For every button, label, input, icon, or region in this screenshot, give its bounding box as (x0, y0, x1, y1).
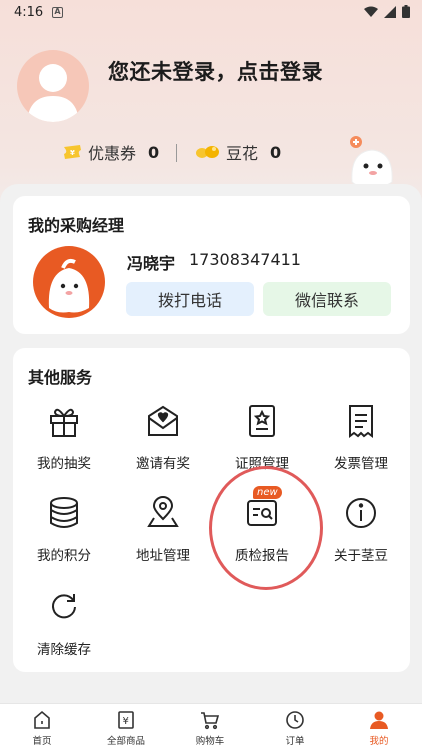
service-invoice[interactable]: 发票管理 (312, 404, 408, 484)
coupon-label: 优惠券 (88, 144, 137, 163)
manager-phone: 17308347411 (189, 250, 301, 269)
douhua-stat[interactable]: 豆花 0 (194, 140, 281, 164)
nav-cart[interactable]: 购物车 (175, 710, 245, 747)
douhua-label: 豆花 (226, 144, 259, 163)
purchasing-manager-card: 我的采购经理 冯晓宇 17308347411 拨打电话 微信联系 (13, 196, 410, 334)
nav-label: 全部商品 (106, 736, 145, 747)
status-time: 4:16 (14, 5, 44, 20)
refresh-icon (52, 594, 76, 619)
coupon-icon: ¥ (64, 145, 81, 159)
service-clear-cache[interactable]: 清除缓存 (15, 590, 111, 670)
login-prompt[interactable]: 您还未登录，点击登录 (108, 56, 323, 86)
manager-name: 冯晓宇 (127, 254, 176, 273)
nav-home[interactable]: 首页 (7, 710, 77, 747)
stats-divider (176, 144, 177, 162)
location-icon (147, 496, 179, 527)
info-icon (346, 498, 376, 528)
order-clock-icon (286, 711, 304, 729)
home-icon (34, 710, 50, 729)
manager-avatar (33, 246, 105, 318)
service-label: 关于茎豆 (334, 548, 388, 564)
mascot-ghost-icon (350, 136, 393, 187)
nav-label: 订单 (285, 736, 305, 747)
all-products-icon: ¥ (118, 711, 134, 729)
service-label: 清除缓存 (37, 642, 91, 658)
gift-icon (50, 408, 78, 437)
service-label: 我的抽奖 (37, 456, 91, 472)
coupon-stat[interactable]: ¥ 优惠券 0 (62, 140, 159, 164)
svg-text:¥: ¥ (123, 716, 129, 727)
service-address[interactable]: 地址管理 (114, 496, 210, 576)
service-label: 邀请有奖 (136, 456, 190, 472)
service-about[interactable]: 关于茎豆 (312, 496, 408, 576)
manager-card-title: 我的采购经理 (28, 216, 125, 235)
wechat-contact-button[interactable]: 微信联系 (263, 282, 391, 316)
douhua-count: 0 (270, 142, 282, 162)
points-stack-icon (50, 497, 78, 528)
coupon-count: 0 (148, 142, 160, 162)
notification-a-icon: A (52, 7, 63, 18)
service-points[interactable]: 我的积分 (15, 496, 111, 576)
invite-envelope-icon (148, 405, 178, 436)
douhua-icon (196, 146, 219, 158)
cart-icon (201, 712, 220, 730)
nav-all-products[interactable]: ¥ 全部商品 (91, 710, 161, 747)
default-avatar-icon (27, 64, 79, 122)
status-icons (364, 5, 410, 18)
highlight-circle (209, 466, 323, 590)
service-invite[interactable]: 邀请有奖 (114, 404, 210, 484)
service-label: 地址管理 (136, 548, 190, 564)
user-avatar[interactable] (17, 50, 89, 122)
status-bar: 4:16 A (0, 0, 422, 26)
nav-orders[interactable]: 订单 (260, 710, 330, 747)
nav-profile[interactable]: 我的 (344, 710, 414, 747)
call-button[interactable]: 拨打电话 (126, 282, 254, 316)
nav-label: 我的 (369, 736, 389, 747)
service-label: 发票管理 (334, 456, 388, 472)
manager-mascot-icon (48, 258, 90, 313)
nav-label: 购物车 (195, 736, 225, 747)
nav-label: 首页 (32, 736, 52, 747)
certificate-icon (249, 405, 275, 437)
bottom-nav: 首页 ¥ 全部商品 购物车 订单 我的 (0, 703, 422, 750)
service-lottery[interactable]: 我的抽奖 (15, 404, 111, 484)
service-label: 我的积分 (37, 548, 91, 564)
wifi-icon (364, 6, 378, 17)
battery-icon (402, 5, 410, 18)
profile-icon (370, 711, 388, 729)
services-card-title: 其他服务 (28, 368, 93, 387)
signal-icon (384, 5, 396, 18)
svg-text:¥: ¥ (70, 149, 75, 157)
invoice-icon (349, 405, 373, 438)
